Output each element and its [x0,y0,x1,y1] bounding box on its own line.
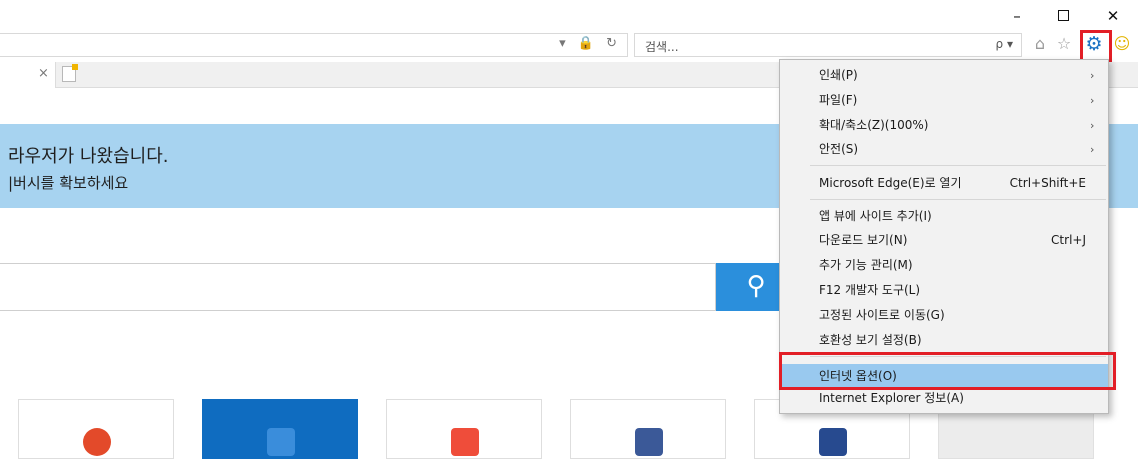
close-button[interactable]: ✕ [1100,6,1126,26]
minimize-button[interactable]: – [1004,6,1030,26]
address-bar[interactable]: ▾ 🔒 ↻ [0,33,628,57]
menu-item-label: 인쇄(P) [819,68,858,82]
tab-close-icon[interactable]: × [38,66,49,81]
menu-item-pinned-sites[interactable]: 고정된 사이트로 이동(G) [780,305,1108,326]
menu-item-label: F12 개발자 도구(L) [819,283,921,297]
submenu-arrow-icon: › [1090,143,1095,156]
site-tile[interactable] [386,399,542,459]
maximize-button[interactable] [1050,6,1076,26]
menu-item-label: 호환성 보기 설정(B) [819,333,922,347]
menu-item-compat-view[interactable]: 호환성 보기 설정(B) [780,330,1108,351]
tab[interactable]: × [0,62,56,88]
menu-item-about-ie[interactable]: Internet Explorer 정보(A) [780,388,1108,409]
menu-item-view-downloads[interactable]: 다운로드 보기(N) Ctrl+J [780,230,1108,251]
search-placeholder: 검색... [645,40,679,54]
menu-separator [810,165,1106,166]
page-search-input[interactable] [0,263,716,311]
menu-item-label: 확대/축소(Z)(100%) [819,118,929,132]
menu-item-add-site-app-view[interactable]: 앱 뷰에 사이트 추가(I) [780,206,1108,227]
menu-item-file[interactable]: 파일(F) › [780,90,1108,111]
facebook-logo-icon [635,428,663,456]
site-tile[interactable] [18,399,174,459]
home-icon[interactable]: ⌂ [1030,34,1050,54]
menu-item-dev-tools[interactable]: F12 개발자 도구(L) [780,280,1108,301]
site-logo-icon [451,428,479,456]
site-tile[interactable] [202,399,358,459]
menu-item-safety[interactable]: 안전(S) › [780,139,1108,160]
feedback-smiley-icon[interactable]: ☺ [1112,34,1132,54]
menu-item-label: Microsoft Edge(E)로 열기 [819,176,962,190]
menu-item-label: 고정된 사이트로 이동(G) [819,308,945,322]
outlook-logo-icon [267,428,295,456]
favorites-star-icon[interactable]: ☆ [1054,34,1074,54]
menu-item-shortcut: Ctrl+J [1051,233,1086,247]
menu-separator [810,199,1106,200]
menu-item-shortcut: Ctrl+Shift+E [1009,176,1086,190]
new-tab-icon[interactable] [62,64,78,82]
maximize-icon [1057,10,1069,21]
menu-item-open-edge[interactable]: Microsoft Edge(E)로 열기 Ctrl+Shift+E [780,173,1108,194]
menu-item-label: 안전(S) [819,142,859,156]
site-logo-icon [819,428,847,456]
search-icon[interactable]: ρ ▾ [996,37,1013,51]
search-input[interactable]: 검색... ρ ▾ [634,33,1022,57]
menu-item-label: Internet Explorer 정보(A) [819,391,964,405]
menu-item-print[interactable]: 인쇄(P) › [780,65,1108,86]
submenu-arrow-icon: › [1090,119,1095,132]
address-bar-icons[interactable]: ▾ 🔒 ↻ [559,36,621,51]
site-tile[interactable] [570,399,726,459]
menu-item-label: 추가 기능 관리(M) [819,258,913,272]
submenu-arrow-icon: › [1090,69,1095,82]
menu-item-label: 파일(F) [819,93,858,107]
internet-options-highlight-box [779,352,1116,390]
menu-item-zoom[interactable]: 확대/축소(Z)(100%) › [780,115,1108,136]
banner-title: 라우저가 나왔습니다. [8,146,169,167]
site-logo-icon [83,428,111,456]
menu-item-label: 다운로드 보기(N) [819,233,908,247]
banner-subtitle: |버시를 확보하세요 [8,174,129,192]
menu-item-manage-addons[interactable]: 추가 기능 관리(M) [780,255,1108,276]
menu-item-label: 앱 뷰에 사이트 추가(I) [819,209,932,223]
submenu-arrow-icon: › [1090,94,1095,107]
